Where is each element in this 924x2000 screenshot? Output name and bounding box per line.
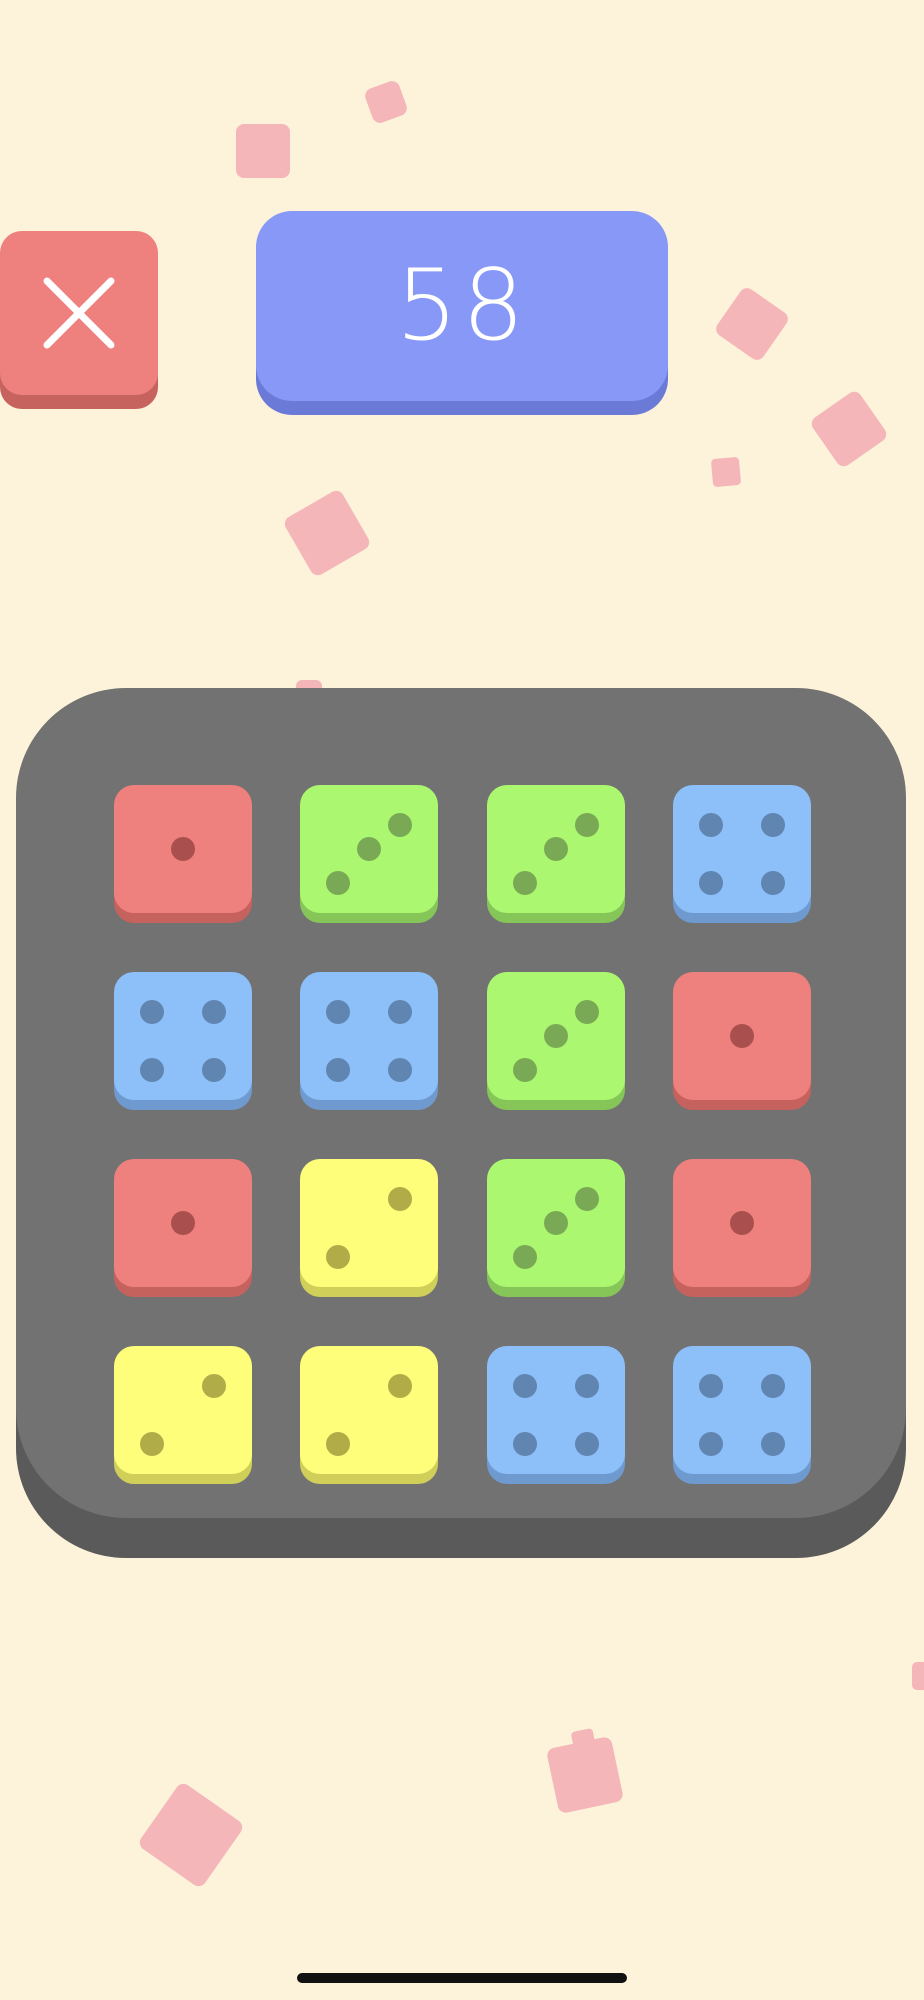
die-pip (513, 1245, 537, 1269)
die-pip (575, 1432, 599, 1456)
score-panel: 58 (256, 211, 668, 401)
die-pip (761, 871, 785, 895)
confetti-piece (912, 1662, 924, 1690)
die-yellow-2[interactable] (300, 1159, 438, 1287)
home-indicator[interactable] (297, 1973, 627, 1983)
die-pip (140, 1000, 164, 1024)
die-green-3[interactable] (487, 785, 625, 913)
die-blue-4[interactable] (673, 1346, 811, 1474)
confetti-piece (236, 124, 290, 178)
die-pip (388, 1000, 412, 1024)
die-blue-4[interactable] (300, 972, 438, 1100)
die-blue-4[interactable] (487, 1346, 625, 1474)
die-pip (388, 813, 412, 837)
die-pip (544, 837, 568, 861)
die-pip (388, 1058, 412, 1082)
die-pip (513, 1058, 537, 1082)
die-pip (513, 1432, 537, 1456)
die-pip (326, 871, 350, 895)
die-pip (575, 813, 599, 837)
die-pip (575, 1374, 599, 1398)
die-yellow-2[interactable] (114, 1346, 252, 1474)
close-button[interactable] (0, 231, 158, 395)
die-pip (699, 1374, 723, 1398)
confetti-piece (713, 285, 791, 363)
score-value: 58 (395, 249, 529, 363)
confetti-piece (808, 388, 890, 470)
confetti-piece (362, 78, 410, 126)
die-pip (513, 871, 537, 895)
die-pip (326, 1000, 350, 1024)
die-pip (326, 1432, 350, 1456)
die-pip (388, 1374, 412, 1398)
die-green-3[interactable] (300, 785, 438, 913)
die-pip (202, 1374, 226, 1398)
die-red-1[interactable] (673, 972, 811, 1100)
die-red-1[interactable] (673, 1159, 811, 1287)
die-pip (388, 1187, 412, 1211)
die-pip (140, 1432, 164, 1456)
die-pip (513, 1374, 537, 1398)
die-pip (699, 871, 723, 895)
die-green-3[interactable] (487, 972, 625, 1100)
die-pip (730, 1024, 754, 1048)
die-pip (357, 837, 381, 861)
die-pip (575, 1000, 599, 1024)
die-blue-4[interactable] (673, 785, 811, 913)
confetti-piece (281, 487, 373, 579)
die-pip (544, 1024, 568, 1048)
dice-board (16, 688, 906, 1518)
die-pip (761, 1432, 785, 1456)
die-blue-4[interactable] (114, 972, 252, 1100)
die-pip (140, 1058, 164, 1082)
die-red-1[interactable] (114, 785, 252, 913)
die-pip (575, 1187, 599, 1211)
die-pip (171, 1211, 195, 1235)
die-pip (761, 1374, 785, 1398)
die-red-1[interactable] (114, 1159, 252, 1287)
close-icon (43, 277, 115, 349)
confetti-piece (136, 1780, 246, 1890)
confetti-piece (710, 456, 742, 488)
die-green-3[interactable] (487, 1159, 625, 1287)
die-pip (544, 1211, 568, 1235)
die-pip (171, 837, 195, 861)
die-yellow-2[interactable] (300, 1346, 438, 1474)
die-pip (326, 1058, 350, 1082)
die-pip (326, 1245, 350, 1269)
confetti-piece (545, 1735, 625, 1815)
die-pip (730, 1211, 754, 1235)
die-pip (202, 1000, 226, 1024)
die-pip (202, 1058, 226, 1082)
die-pip (699, 813, 723, 837)
die-pip (699, 1432, 723, 1456)
die-pip (761, 813, 785, 837)
